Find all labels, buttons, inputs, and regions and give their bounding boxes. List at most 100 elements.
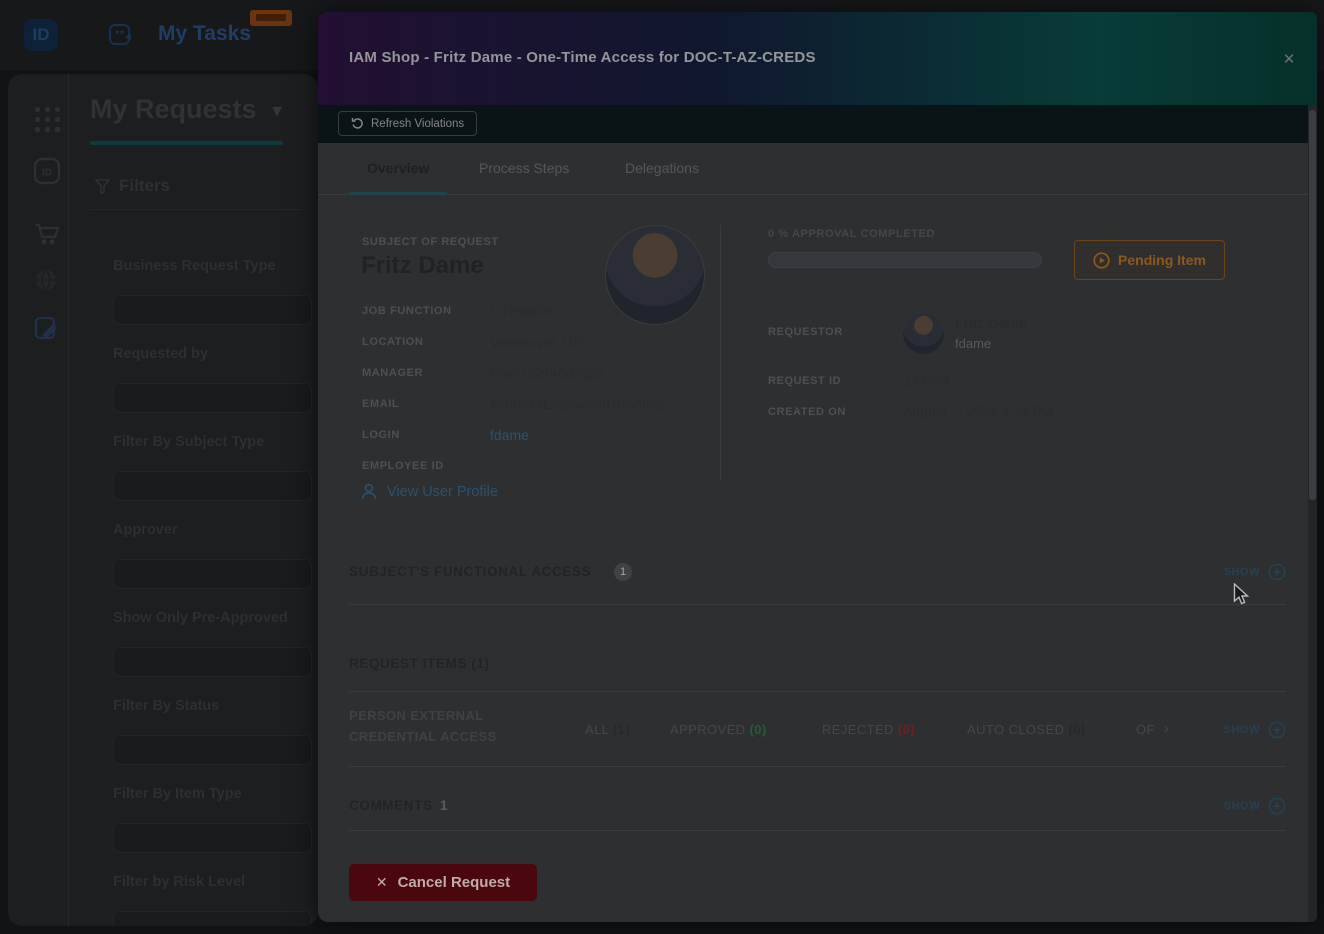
- person-icon: [361, 483, 377, 500]
- pending-item-label: Pending Item: [1118, 252, 1206, 268]
- filter-input-status[interactable]: [113, 735, 312, 765]
- filter-label: Filter By Status: [113, 698, 220, 714]
- request-id-label: REQUEST ID: [768, 375, 842, 387]
- subject-avatar: [605, 225, 705, 325]
- globe-icon[interactable]: [32, 266, 64, 298]
- approval-progress-bar: [768, 252, 1042, 268]
- my-requests-panel: ID My Requests ▾ Filters Business Reques…: [8, 74, 318, 926]
- stat-approved[interactable]: APPROVED (0): [670, 722, 767, 737]
- modal-scrollbar-thumb[interactable]: [1309, 110, 1316, 500]
- request-items-show-button[interactable]: SHOW: [1224, 721, 1286, 739]
- shopping-cart-icon[interactable]: [32, 218, 64, 250]
- field-label: MANAGER: [362, 367, 424, 379]
- chevron-right-icon[interactable]: ›: [1164, 720, 1169, 737]
- plus-circle-icon: [1268, 563, 1286, 581]
- field-label: LOGIN: [362, 429, 400, 441]
- filters-title: Filters: [119, 176, 171, 195]
- functional-access-count-badge: 1: [614, 563, 632, 581]
- requestor-name: Fritz Dame: [955, 315, 1027, 331]
- plus-circle-icon: [1268, 797, 1286, 815]
- svg-text:ID: ID: [42, 168, 52, 179]
- created-on-label: CREATED ON: [768, 406, 846, 418]
- filter-label: Filter By Subject Type: [113, 434, 265, 450]
- cancel-request-button[interactable]: ✕ Cancel Request: [349, 864, 537, 901]
- filter-label: Requested by: [113, 346, 209, 362]
- stat-all[interactable]: ALL (1): [585, 722, 630, 737]
- subject-section-label: SUBJECT OF REQUEST: [362, 236, 499, 248]
- filter-input-approver[interactable]: [113, 559, 312, 589]
- screen: ID My Tasks ID My Requests ▾ Filters Bus…: [0, 0, 1324, 934]
- tab-process-steps[interactable]: Process Steps: [479, 160, 569, 176]
- login-link[interactable]: fdame: [490, 427, 529, 443]
- show-label: SHOW: [1223, 800, 1260, 812]
- modal-header: IAM Shop - Fritz Dame - One-Time Access …: [318, 12, 1317, 105]
- chevron-down-icon[interactable]: ▾: [272, 98, 282, 123]
- comments-show-button[interactable]: SHOW: [1224, 797, 1286, 815]
- filter-input-risk-level[interactable]: [113, 911, 312, 926]
- request-item-name-line1: PERSON EXTERNAL: [349, 708, 484, 723]
- active-tab-indicator: [90, 141, 283, 145]
- plus-circle-icon: [1268, 721, 1286, 739]
- filter-label: Filter By Item Type: [113, 786, 242, 802]
- active-tab-underline: [349, 192, 447, 195]
- modal-tabs: Overview Process Steps Delegations: [318, 143, 1317, 195]
- request-details-modal: IAM Shop - Fritz Dame - One-Time Access …: [318, 12, 1317, 922]
- approval-progress-label: 0 % APPROVAL COMPLETED: [768, 228, 936, 240]
- requestor-avatar: [903, 313, 944, 354]
- comments-title: COMMENTS: [349, 798, 433, 813]
- view-user-profile-link[interactable]: View User Profile: [361, 483, 498, 500]
- id-badge-icon[interactable]: ID: [32, 156, 64, 188]
- refresh-icon: [351, 118, 363, 129]
- field-value: Vancouver, US: [490, 334, 583, 350]
- divider: [349, 604, 1286, 605]
- tab-overview[interactable]: Overview: [367, 160, 429, 176]
- request-id-value: 174999: [903, 372, 950, 388]
- my-tasks-app-icon[interactable]: [108, 21, 135, 48]
- filter-label: Business Request Type: [113, 258, 276, 274]
- tasks-doc-icon[interactable]: [32, 314, 64, 346]
- apps-grid-icon[interactable]: [32, 104, 64, 136]
- field-value: fdame@EmpowerIDContrac…: [490, 396, 680, 412]
- new-badge: [250, 10, 292, 26]
- show-label: SHOW: [1223, 566, 1260, 578]
- filters-header: Filters: [95, 176, 170, 196]
- requestor-label: REQUESTOR: [768, 326, 843, 338]
- request-items-title: REQUEST ITEMS (1): [349, 656, 490, 671]
- filter-input-requested-by[interactable]: [113, 383, 312, 413]
- field-label: JOB FUNCTION: [362, 305, 452, 317]
- play-circle-icon: [1093, 251, 1110, 269]
- close-icon[interactable]: ✕: [1278, 48, 1300, 70]
- requestor-login: fdame: [955, 336, 992, 351]
- divider: [349, 691, 1286, 692]
- filter-input-item-type[interactable]: [113, 823, 312, 853]
- show-label: SHOW: [1223, 724, 1260, 736]
- field-value: OTRMGR: [490, 303, 553, 319]
- refresh-violations-button[interactable]: Refresh Violations: [338, 111, 478, 136]
- icon-rail: ID: [8, 74, 69, 926]
- functional-access-show-button[interactable]: SHOW: [1224, 563, 1286, 581]
- filter-input-business-request-type[interactable]: [113, 295, 312, 325]
- field-label: EMAIL: [362, 398, 400, 410]
- filter-label: Filter by Risk Level: [113, 874, 246, 890]
- stat-of: OF: [1136, 722, 1155, 737]
- filter-input-subject-type[interactable]: [113, 471, 312, 501]
- stat-rejected[interactable]: REJECTED (0): [822, 722, 915, 737]
- request-item-name-line2: CREDENTIAL ACCESS: [349, 729, 497, 744]
- modal-title: IAM Shop - Fritz Dame - One-Time Access …: [349, 49, 816, 66]
- functional-access-title: SUBJECT'S FUNCTIONAL ACCESS: [349, 564, 592, 579]
- field-label: EMPLOYEE ID: [362, 460, 444, 472]
- comments-count: 1: [440, 798, 448, 813]
- funnel-icon: [95, 178, 110, 194]
- divider: [349, 830, 1286, 831]
- empowerid-logo-icon[interactable]: ID: [24, 19, 58, 51]
- column-divider: [720, 225, 721, 480]
- field-value: -: [490, 458, 495, 474]
- divider: [349, 766, 1286, 767]
- pending-item-button[interactable]: Pending Item: [1074, 240, 1225, 280]
- subject-name: Fritz Dame: [361, 252, 484, 279]
- view-user-profile-label: View User Profile: [387, 483, 498, 500]
- filter-input-pre-approved[interactable]: [113, 647, 312, 677]
- stat-auto-closed[interactable]: AUTO CLOSED (0): [967, 722, 1085, 737]
- app-title[interactable]: My Tasks: [158, 22, 251, 46]
- tab-delegations[interactable]: Delegations: [625, 160, 699, 176]
